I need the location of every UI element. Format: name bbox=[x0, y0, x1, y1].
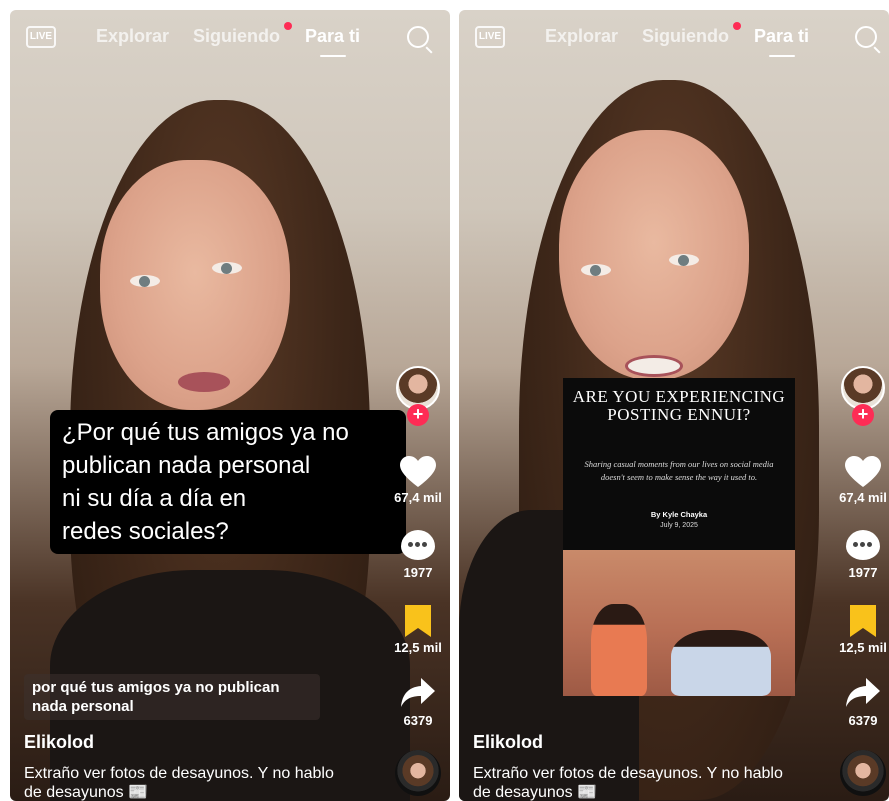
eye-right bbox=[669, 254, 699, 266]
comment-count: 1977 bbox=[848, 565, 878, 580]
follow-plus-icon[interactable]: + bbox=[852, 404, 874, 426]
share-icon[interactable] bbox=[846, 678, 880, 708]
creator-username[interactable]: Elikolod bbox=[473, 732, 543, 753]
music-disc-icon[interactable] bbox=[840, 750, 886, 796]
like-count: 67,4 mil bbox=[394, 490, 442, 505]
action-rail: + 67,4 mil 1977 12,5 mil 6379 bbox=[392, 10, 444, 801]
video-feed-left[interactable]: LIVE Explorar Siguiendo Para ti ¿Por qué… bbox=[10, 10, 450, 801]
tab-explorar[interactable]: Explorar bbox=[96, 26, 169, 47]
bookmark-icon[interactable] bbox=[850, 605, 876, 637]
auto-subtitle: por qué tus amigos ya no publican nada p… bbox=[24, 674, 320, 720]
share-count: 6379 bbox=[848, 713, 878, 728]
notification-dot bbox=[733, 22, 741, 30]
eye-right bbox=[212, 262, 242, 274]
eye-left bbox=[581, 264, 611, 276]
article-date: July 9, 2025 bbox=[660, 522, 698, 529]
article-photo bbox=[563, 550, 795, 696]
tab-siguiendo[interactable]: Siguiendo bbox=[642, 26, 729, 47]
photo-figure bbox=[591, 604, 647, 696]
share-count: 6379 bbox=[403, 713, 433, 728]
caption-line: redes sociales? bbox=[62, 518, 229, 545]
comment-count: 1977 bbox=[403, 565, 433, 580]
heart-icon[interactable] bbox=[845, 456, 881, 488]
caption-line: publican nada personal bbox=[62, 452, 311, 479]
video-description[interactable]: Extraño ver fotos de desayunos. Y no hab… bbox=[24, 764, 344, 801]
comment-icon[interactable] bbox=[401, 530, 435, 560]
eye-left bbox=[130, 275, 160, 287]
creator-username[interactable]: Elikolod bbox=[24, 732, 94, 753]
person-mouth bbox=[178, 372, 230, 392]
video-description[interactable]: Extraño ver fotos de desayunos. Y no hab… bbox=[473, 764, 793, 801]
article-title: ARE YOU EXPERIENCING POSTING ENNUI? bbox=[572, 387, 786, 424]
save-count: 12,5 mil bbox=[839, 640, 887, 655]
music-disc-icon[interactable] bbox=[395, 750, 441, 796]
caption-line: ni su día a día en bbox=[62, 485, 247, 512]
tab-explorar[interactable]: Explorar bbox=[545, 26, 618, 47]
share-icon[interactable] bbox=[401, 678, 435, 708]
caption-line: ¿Por qué tus amigos ya no bbox=[62, 419, 349, 446]
like-count: 67,4 mil bbox=[839, 490, 887, 505]
article-byline: By Kyle Chayka bbox=[650, 510, 708, 519]
comment-icon[interactable] bbox=[846, 530, 880, 560]
notification-dot bbox=[284, 22, 292, 30]
person-face bbox=[559, 130, 749, 380]
action-rail: + 67,4 mil 1977 12,5 mil 6379 bbox=[837, 10, 889, 801]
video-feed-right[interactable]: LIVE Explorar Siguiendo Para ti ARE YOU … bbox=[459, 10, 889, 801]
photo-figure bbox=[671, 630, 771, 696]
tab-para-ti[interactable]: Para ti bbox=[754, 26, 809, 57]
live-icon[interactable]: LIVE bbox=[475, 26, 505, 48]
follow-plus-icon[interactable]: + bbox=[407, 404, 429, 426]
live-icon[interactable]: LIVE bbox=[26, 26, 56, 48]
tab-para-ti[interactable]: Para ti bbox=[305, 26, 360, 57]
video-caption-overlay: ¿Por qué tus amigos ya no publican nada … bbox=[50, 410, 406, 554]
article-screenshot: ARE YOU EXPERIENCING POSTING ENNUI? Shar… bbox=[563, 378, 795, 696]
tab-siguiendo[interactable]: Siguiendo bbox=[193, 26, 280, 47]
heart-icon[interactable] bbox=[400, 456, 436, 488]
person-mouth bbox=[625, 355, 683, 377]
save-count: 12,5 mil bbox=[394, 640, 442, 655]
article-dek: Sharing casual moments from our lives on… bbox=[584, 459, 774, 482]
top-nav: LIVE Explorar Siguiendo Para ti bbox=[459, 22, 889, 57]
bookmark-icon[interactable] bbox=[405, 605, 431, 637]
top-nav: LIVE Explorar Siguiendo Para ti bbox=[10, 22, 450, 57]
